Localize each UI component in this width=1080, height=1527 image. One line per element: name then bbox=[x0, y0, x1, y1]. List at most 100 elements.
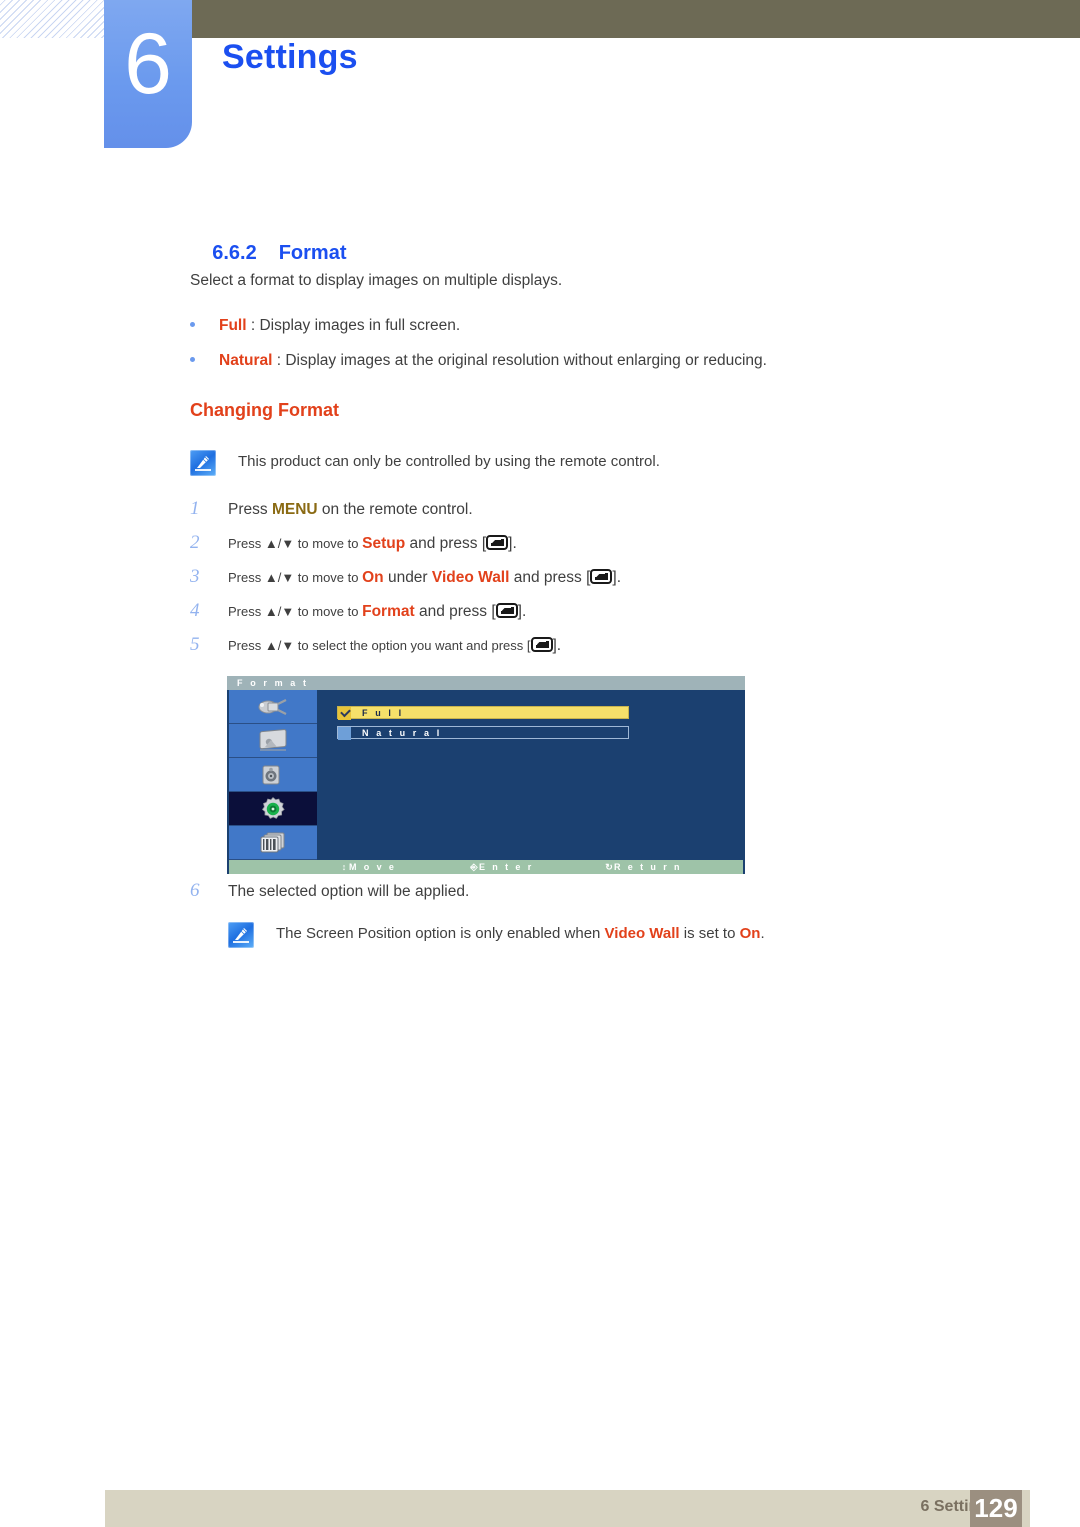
step-2: 2 Press ▲/▼ to move to Setup and press []… bbox=[190, 532, 517, 554]
sound-speaker-icon bbox=[262, 765, 280, 784]
bullet-text: Display images at the original resolutio… bbox=[285, 352, 767, 369]
osd-footer-hints: ↕ M o v e ⎆E n t e r ↻R e t u r n bbox=[229, 860, 743, 874]
note-text-mid: is set to bbox=[679, 925, 740, 942]
note-text: The Screen Position option is only enabl… bbox=[276, 925, 765, 942]
osd-hint-enter-label: E n t e r bbox=[479, 862, 534, 872]
osd-option-natural[interactable]: N a t u r a l bbox=[337, 726, 629, 740]
step-text-post: and press [ bbox=[509, 569, 591, 586]
step-text-pre: Press ▲/▼ to move to bbox=[228, 604, 363, 619]
section-number: 6.6.2 bbox=[212, 242, 257, 264]
picture-icon bbox=[259, 728, 287, 751]
bullet-term: Full bbox=[219, 317, 247, 334]
osd-sidebar-item-input[interactable] bbox=[229, 690, 317, 724]
step-text-post: on the remote control. bbox=[317, 501, 473, 518]
osd-hint-move-label: M o v e bbox=[349, 862, 397, 872]
osd-hint-return-label: R e t u r n bbox=[614, 862, 682, 872]
osd-hint-move: ↕ M o v e bbox=[339, 860, 396, 874]
note-keyword-video-wall: Video Wall bbox=[604, 925, 680, 942]
osd-sidebar-item-multi-control[interactable] bbox=[229, 826, 317, 860]
step-keyword: Setup bbox=[362, 535, 406, 552]
osd-sidebar-item-sound[interactable] bbox=[229, 758, 317, 792]
section-title: Format bbox=[278, 242, 347, 264]
step-keyword: Format bbox=[362, 603, 415, 620]
step-number: 6 bbox=[190, 880, 200, 901]
osd-option-label: N a t u r a l bbox=[362, 728, 442, 738]
enter-key-icon bbox=[590, 569, 613, 584]
step-keyword-2: Video Wall bbox=[431, 569, 510, 586]
step-number: 5 bbox=[190, 634, 200, 655]
osd-hint-enter: ⎆E n t e r bbox=[469, 860, 534, 874]
step-number: 3 bbox=[190, 566, 200, 587]
step-4: 4 Press ▲/▼ to move to Format and press [… bbox=[190, 600, 526, 622]
setup-gear-icon bbox=[261, 796, 285, 819]
step-3: 3 Press ▲/▼ to move to On under Video Wal… bbox=[190, 566, 621, 588]
bullet-text: Display images in full screen. bbox=[259, 317, 461, 334]
step-text-post: and press [ bbox=[414, 603, 496, 620]
note-text-end: . bbox=[760, 925, 765, 942]
bullet-item-full: Full : Display images in full screen. bbox=[190, 317, 460, 335]
bullet-separator: : bbox=[246, 317, 260, 334]
bullet-dot-icon bbox=[190, 356, 195, 362]
enter-key-icon bbox=[530, 637, 553, 652]
note-text-pre: The Screen Position option is only enabl… bbox=[276, 925, 605, 942]
step-text-pre: Press ▲/▼ to move to bbox=[228, 536, 363, 551]
osd-menu-screenshot: F o r m a t F u l l N a t u r a l ↕ M o … bbox=[227, 676, 745, 874]
enter-key-icon bbox=[495, 603, 518, 618]
step-keyword: On bbox=[362, 569, 384, 586]
bullet-term: Natural bbox=[219, 352, 273, 369]
step-text-tail: ]. bbox=[508, 535, 517, 552]
bullet-item-natural: Natural : Display images at the original… bbox=[190, 352, 767, 370]
step-text-pre: The selected option will be applied. bbox=[228, 883, 470, 900]
note-text: This product can only be controlled by u… bbox=[238, 453, 660, 470]
osd-option-checkbox bbox=[338, 727, 351, 740]
sub-heading-changing-format: Changing Format bbox=[190, 400, 339, 420]
osd-title-text: F o r m a t bbox=[237, 678, 309, 688]
check-icon bbox=[340, 706, 351, 718]
footer-page-number: 129 bbox=[970, 1490, 1022, 1527]
osd-option-label: F u l l bbox=[362, 708, 404, 718]
step-keyword: MENU bbox=[271, 501, 318, 518]
note-pen-icon bbox=[228, 922, 254, 948]
osd-sidebar bbox=[229, 690, 317, 860]
step-text-tail: ]. bbox=[612, 569, 622, 586]
step-text-tail: ]. bbox=[552, 637, 562, 654]
step-text-pre: Press ▲/▼ to select the option you want … bbox=[228, 638, 531, 653]
step-text-post: and press [ bbox=[405, 535, 487, 552]
step-number: 2 bbox=[190, 532, 200, 553]
step-text-tail: ]. bbox=[517, 603, 527, 620]
step-5: 5 Press ▲/▼ to select the option you want… bbox=[190, 634, 561, 656]
chapter-tab: 6 bbox=[104, 0, 192, 148]
osd-sidebar-item-setup[interactable] bbox=[229, 792, 317, 826]
step-1: 1 Press MENU on the remote control. bbox=[190, 498, 473, 520]
step-text-pre: Press bbox=[228, 501, 272, 518]
footer-bar bbox=[105, 1490, 1030, 1527]
note-pen-icon bbox=[190, 450, 216, 476]
chapter-number: 6 bbox=[124, 16, 172, 112]
note-screen-position: The Screen Position option is only enabl… bbox=[228, 922, 988, 952]
note-remote-control: This product can only be controlled by u… bbox=[190, 450, 910, 480]
chapter-title: Settings bbox=[222, 38, 358, 76]
input-source-icon bbox=[258, 698, 287, 715]
section-intro: Select a format to display images on mul… bbox=[190, 272, 563, 289]
bullet-dot-icon bbox=[190, 321, 195, 327]
osd-sidebar-item-picture[interactable] bbox=[229, 724, 317, 758]
step-number: 1 bbox=[190, 498, 200, 519]
enter-icon: ⎆ bbox=[470, 862, 478, 872]
bullet-separator: : bbox=[272, 352, 286, 369]
osd-title-bar: F o r m a t bbox=[227, 676, 745, 690]
return-arrow-icon: ↻ bbox=[605, 862, 613, 872]
step-6: 6 The selected option will be applied. bbox=[190, 880, 469, 902]
note-keyword-on: On bbox=[739, 925, 761, 942]
osd-options-panel: F u l l N a t u r a l bbox=[319, 690, 745, 860]
osd-hint-return: ↻R e t u r n bbox=[604, 860, 682, 874]
osd-option-checkbox bbox=[338, 706, 351, 720]
multi-control-icon bbox=[260, 832, 285, 852]
enter-key-icon bbox=[486, 535, 509, 550]
step-text-pre: Press ▲/▼ to move to bbox=[228, 570, 363, 585]
header-olive-bar bbox=[192, 0, 1080, 38]
step-number: 4 bbox=[190, 600, 200, 621]
updown-arrow-icon: ↕ bbox=[341, 862, 347, 872]
osd-option-full[interactable]: F u l l bbox=[337, 706, 629, 720]
step-text-mid: under bbox=[383, 569, 432, 586]
header-hatch-pattern bbox=[0, 0, 108, 38]
